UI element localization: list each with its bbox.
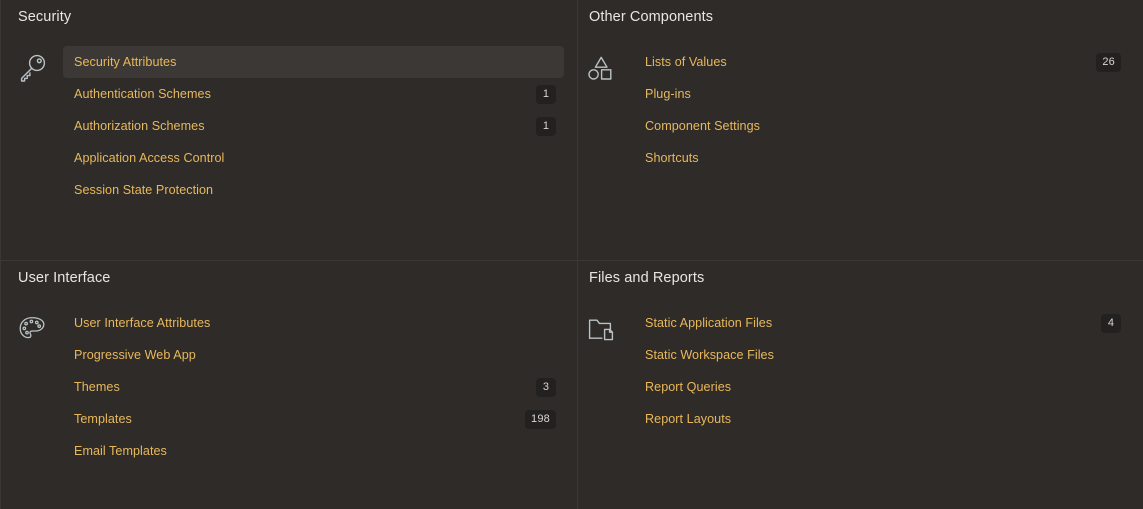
list-item-badge: 26 [1096,52,1121,72]
list-item-label: Security Attributes [74,55,177,69]
list-item-authorization-schemes[interactable]: Authorization Schemes 1 [63,110,564,142]
panel-user-interface: User Interface User Interface Attributes… [0,261,578,509]
list-item-label: Application Access Control [74,151,225,165]
panel-body-user-interface: User Interface Attributes Progressive We… [1,287,577,467]
list-item-label: Templates [74,412,132,426]
component-groups-grid: Security Security Attributes Authenticat… [0,0,1143,509]
list-item-label: Report Queries [645,380,732,394]
list-item-static-workspace-files[interactable]: Static Workspace Files [634,339,1129,371]
list-item-lists-of-values[interactable]: Lists of Values 26 [634,46,1129,78]
list-item-label: Lists of Values [645,55,727,69]
panel-body-files-and-reports: Static Application Files 4 Static Worksp… [578,287,1143,435]
panel-icon-files-and-reports [578,307,634,435]
list-item-email-templates[interactable]: Email Templates [63,435,564,467]
panel-list-security: Security Attributes Authentication Schem… [63,46,577,206]
list-item-label: Plug-ins [645,87,691,101]
list-item-label: Themes [74,380,120,394]
list-item-shortcuts[interactable]: Shortcuts [634,142,1129,174]
folder-file-icon [585,313,617,435]
panel-list-files-and-reports: Static Application Files 4 Static Worksp… [634,307,1143,435]
list-item-label: User Interface Attributes [74,316,211,330]
panel-body-other-components: Lists of Values 26 Plug-ins Component Se… [578,26,1143,174]
list-item-label: Report Layouts [645,412,732,426]
panel-title-other-components: Other Components [589,9,714,25]
list-item-component-settings[interactable]: Component Settings [634,110,1129,142]
panel-security: Security Security Attributes Authenticat… [0,0,578,261]
panel-list-user-interface: User Interface Attributes Progressive We… [63,307,577,467]
list-item-application-access-control[interactable]: Application Access Control [63,142,564,174]
palette-icon [16,313,48,467]
list-item-plug-ins[interactable]: Plug-ins [634,78,1129,110]
list-item-label: Shortcuts [645,151,699,165]
panel-other-components: Other Components Lists of Values 26 Plug… [578,0,1143,261]
panel-icon-security [1,46,63,206]
list-item-user-interface-attributes[interactable]: User Interface Attributes [63,307,564,339]
list-item-label: Static Workspace Files [645,348,774,362]
list-item-label: Email Templates [74,444,167,458]
key-icon [16,52,48,206]
list-item-badge: 4 [1101,313,1121,333]
list-item-progressive-web-app[interactable]: Progressive Web App [63,339,564,371]
list-item-badge: 198 [525,409,556,429]
panel-title-security: Security [18,9,72,25]
list-item-session-state-protection[interactable]: Session State Protection [63,174,564,206]
panel-icon-user-interface [1,307,63,467]
list-item-security-attributes[interactable]: Security Attributes [63,46,564,78]
panel-title-files-and-reports: Files and Reports [589,270,705,286]
list-item-report-layouts[interactable]: Report Layouts [634,403,1129,435]
list-item-static-application-files[interactable]: Static Application Files 4 [634,307,1129,339]
list-item-badge: 1 [536,84,556,104]
list-item-label: Static Application Files [645,316,773,330]
panel-files-and-reports: Files and Reports Static Application Fil… [578,261,1143,509]
panel-body-security: Security Attributes Authentication Schem… [1,26,577,206]
panel-title-user-interface: User Interface [18,270,111,286]
list-item-label: Progressive Web App [74,348,196,362]
list-item-authentication-schemes[interactable]: Authentication Schemes 1 [63,78,564,110]
list-item-themes[interactable]: Themes 3 [63,371,564,403]
shapes-icon [585,52,617,174]
list-item-label: Session State Protection [74,183,214,197]
list-item-label: Authorization Schemes [74,119,205,133]
panel-list-other-components: Lists of Values 26 Plug-ins Component Se… [634,46,1143,174]
list-item-badge: 3 [536,377,556,397]
list-item-badge: 1 [536,116,556,136]
list-item-label: Authentication Schemes [74,87,211,101]
list-item-templates[interactable]: Templates 198 [63,403,564,435]
panel-icon-other-components [578,46,634,174]
list-item-report-queries[interactable]: Report Queries [634,371,1129,403]
list-item-label: Component Settings [645,119,761,133]
